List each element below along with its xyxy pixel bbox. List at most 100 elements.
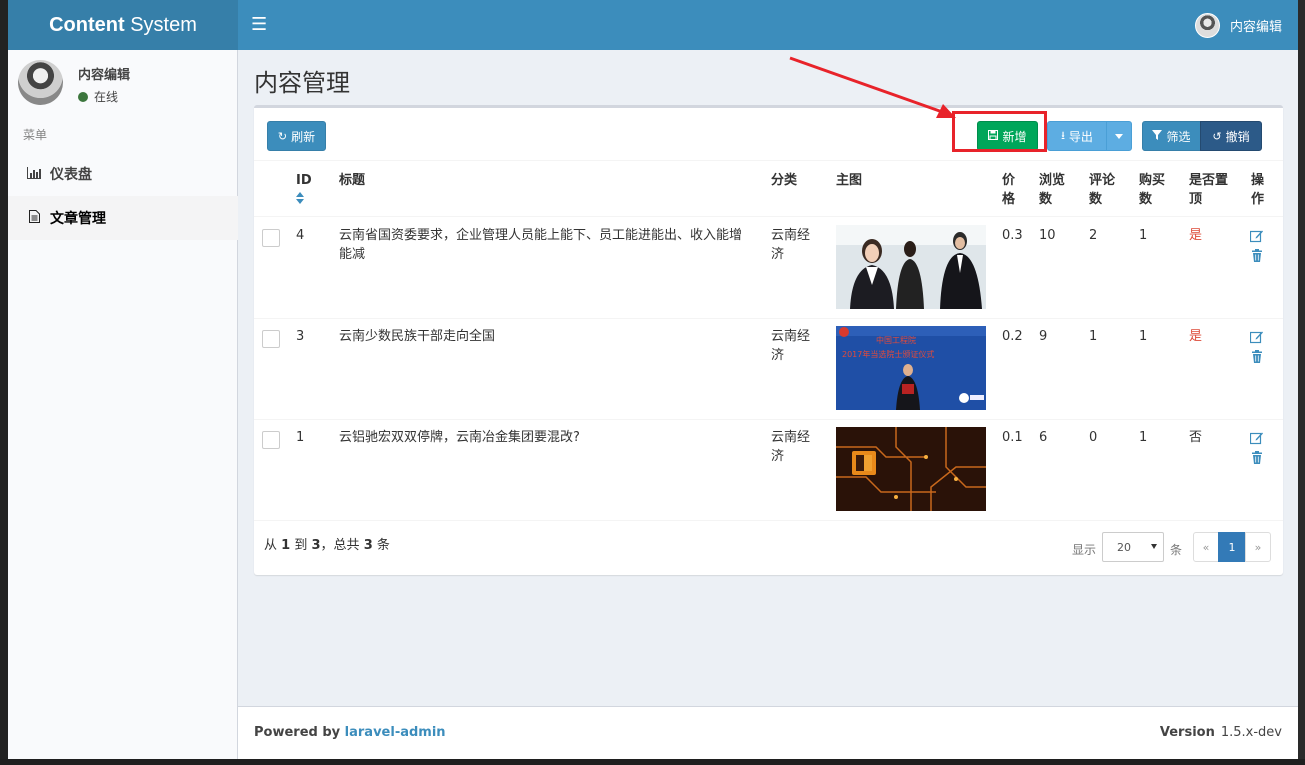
trash-icon[interactable]: [1250, 451, 1264, 465]
per-page-unit: 条: [1170, 543, 1183, 557]
col-buys: 购买数: [1139, 171, 1165, 209]
export-dropdown-button[interactable]: [1106, 121, 1132, 151]
sidebar-item-label: 仪表盘: [50, 167, 92, 183]
cell-id: 4: [296, 228, 305, 243]
undo-icon: ↺: [1212, 129, 1222, 143]
cell-top: 是: [1189, 329, 1203, 344]
row-checkbox[interactable]: [262, 431, 280, 449]
edit-icon[interactable]: [1250, 229, 1264, 243]
avatar: [18, 60, 63, 105]
menu-header: 菜单: [23, 128, 48, 142]
col-title: 标题: [339, 173, 366, 188]
cell-comments: 0: [1089, 430, 1098, 445]
laravel-admin-link[interactable]: laravel-admin: [345, 725, 446, 740]
col-price-a: 价: [1002, 173, 1016, 188]
edit-icon[interactable]: [1250, 330, 1264, 344]
logo[interactable]: Content System: [8, 0, 238, 50]
per-page-value: 20: [1117, 540, 1131, 554]
filter-button[interactable]: 筛选: [1142, 121, 1201, 151]
chevron-down-icon: [1115, 133, 1123, 139]
summary-total: 3: [363, 538, 373, 553]
thumbnail-image: 中国工程院 2017年当选院士颁证仪式: [836, 326, 986, 410]
col-category: 分类: [771, 173, 798, 188]
cell-comments: 1: [1089, 329, 1098, 344]
cell-id: 1: [296, 430, 305, 445]
filter-label: 筛选: [1166, 129, 1191, 144]
download-icon: ⭳: [1061, 128, 1065, 142]
sidebar-item-dashboard[interactable]: 仪表盘: [8, 152, 238, 196]
cell-price: 0.3: [1002, 228, 1023, 243]
avatar: [1194, 12, 1220, 38]
main-footer: Powered by laravel-admin Version 1.5.x-de…: [238, 706, 1298, 759]
cell-top: 是: [1189, 228, 1203, 243]
row-checkbox[interactable]: [262, 330, 280, 348]
reset-button[interactable]: ↺ 撤销: [1200, 121, 1262, 151]
sidebar-toggle-icon[interactable]: ☰: [251, 15, 269, 35]
bar-chart-icon: [26, 166, 42, 182]
col-buys-a: 购买: [1139, 173, 1166, 188]
trash-icon[interactable]: [1250, 249, 1264, 263]
trash-icon[interactable]: [1250, 350, 1264, 364]
filter-icon: [1152, 129, 1163, 143]
col-image: 主图: [836, 173, 863, 188]
col-views-a: 浏览: [1039, 173, 1066, 188]
file-icon: [26, 210, 42, 226]
summary-unit: 条: [376, 538, 390, 553]
cell-title: 云南省国资委要求，企业管理人员能上能下、员工能进能出、收入能增能减: [339, 228, 743, 262]
summary-total-pre: ，总共: [320, 538, 360, 553]
cell-title: 云南少数民族干部走向全国: [339, 329, 496, 344]
reset-label: 撤销: [1225, 129, 1250, 144]
user-status: 在线: [78, 88, 118, 105]
prev-page-button[interactable]: «: [1193, 532, 1219, 562]
col-views: 浏览数: [1039, 171, 1065, 209]
col-top: 是否置顶: [1189, 171, 1228, 209]
col-comments-b: 数: [1089, 192, 1103, 207]
col-id[interactable]: ID: [296, 171, 312, 204]
col-views-b: 数: [1039, 192, 1053, 207]
sidebar: 内容编辑 在线 菜单 仪表盘 文章管理: [8, 50, 238, 759]
refresh-label: 刷新: [291, 129, 316, 144]
page-1-button[interactable]: 1: [1218, 532, 1246, 562]
col-id-label: ID: [296, 173, 312, 188]
row-checkbox[interactable]: [262, 229, 280, 247]
header-user-name: 内容编辑: [1229, 19, 1282, 35]
col-comments-a: 评论: [1089, 173, 1116, 188]
sidebar-user-name: 内容编辑: [78, 68, 131, 83]
cell-category: 云南经济: [771, 329, 811, 363]
grid-box: ↻ 刷新 新增 ⭳ 导出 筛选 ↺ 撤销 ID 标题 分类 主图 价 格 浏览 …: [254, 105, 1283, 575]
edit-icon[interactable]: [1250, 431, 1264, 445]
version-value: 1.5.x-dev: [1220, 725, 1282, 740]
image-caption-line2: 2017年当选院士颁证仪式: [842, 349, 934, 359]
annotation-arrow-icon: [789, 56, 956, 118]
cell-views: 10: [1039, 228, 1056, 243]
refresh-icon: ↻: [277, 129, 288, 143]
sort-icon[interactable]: [296, 192, 304, 204]
cell-buys: 1: [1139, 228, 1148, 243]
sidebar-item-label: 文章管理: [50, 211, 106, 227]
cell-title: 云铝驰宏双双停牌，云南冶金集团要混改?: [339, 430, 580, 445]
col-price-b: 格: [1002, 192, 1016, 207]
cell-category: 云南经济: [771, 228, 811, 262]
export-label: 导出: [1068, 129, 1093, 144]
refresh-button[interactable]: ↻ 刷新: [267, 121, 326, 151]
col-comments: 评论数: [1089, 171, 1115, 209]
thumbnail-image: [836, 225, 986, 309]
user-menu[interactable]: 内容编辑: [1194, 0, 1282, 50]
image-caption-line1: 中国工程院: [876, 335, 916, 345]
export-button[interactable]: ⭳ 导出: [1047, 121, 1107, 151]
cell-top: 否: [1189, 430, 1203, 445]
next-page-button[interactable]: »: [1245, 532, 1271, 562]
page-title: 内容管理: [254, 69, 350, 97]
version-label: Version: [1159, 725, 1215, 740]
desktop-edge-right: [1298, 0, 1305, 765]
top-navbar: Content System ☰ 内容编辑: [8, 0, 1298, 50]
sidebar-item-articles[interactable]: 文章管理: [8, 196, 238, 240]
per-page-select[interactable]: 20: [1102, 532, 1164, 562]
status-text: 在线: [94, 90, 119, 104]
table-row: 3 云南少数民族干部走向全国 云南经济 中国工程院 2017年当选院士颁证仪式 …: [254, 319, 1283, 420]
per-page-label: 显示: [1072, 543, 1097, 557]
admin-app: Content System ☰ 内容编辑 内容编辑 在线 菜单 仪表盘 文章管…: [8, 0, 1298, 759]
powered-by-label: Powered by: [254, 725, 341, 740]
logo-rest: System: [124, 14, 197, 36]
user-panel: 内容编辑 在线: [18, 60, 228, 110]
